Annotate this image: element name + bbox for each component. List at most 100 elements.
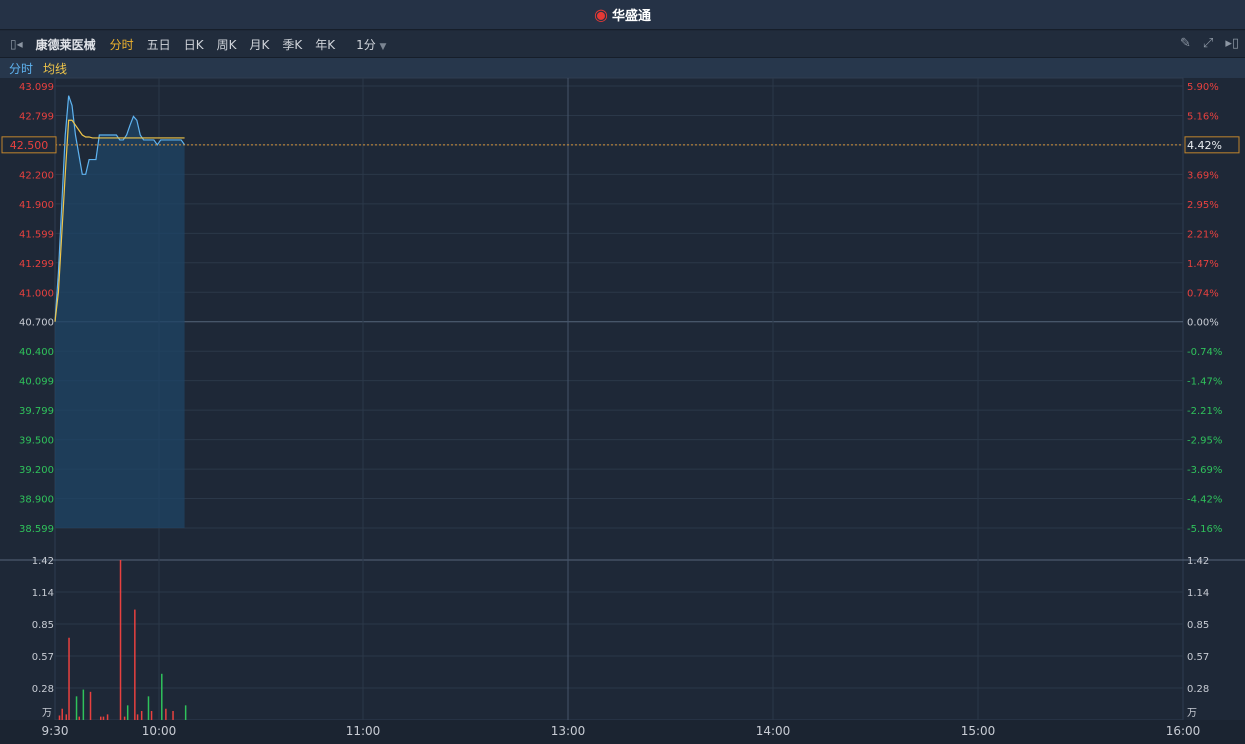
crosshair-pct: 4.42% [1187, 139, 1222, 152]
weibo-eye-icon: ◉ [594, 5, 608, 24]
price-tick: 41.900 [19, 200, 54, 211]
time-tick: 14:00 [756, 724, 791, 738]
pencil-icon[interactable]: ✎ [1180, 36, 1191, 51]
volume-bar [102, 716, 105, 720]
price-tick: 39.500 [19, 436, 54, 447]
chevron-down-icon: ▼ [379, 41, 387, 52]
volume-bar [75, 696, 78, 720]
price-tick: 38.599 [19, 524, 54, 535]
volume-bar [99, 716, 102, 720]
volume-bar [134, 609, 136, 720]
chart-legend: 分时 均线 [0, 58, 1245, 78]
time-tick: 9:30 [42, 724, 69, 738]
volume-bar [140, 710, 143, 720]
pct-tick: -3.69% [1187, 465, 1222, 476]
volume-bar [78, 716, 81, 720]
time-tick: 16:00 [1166, 724, 1201, 738]
volume-tick-left: 0.28 [32, 684, 54, 695]
price-area [55, 95, 185, 528]
volume-unit-left: 万 [42, 708, 52, 719]
volume-bar [106, 714, 109, 720]
volume-bar [165, 708, 167, 720]
volume-bar [150, 710, 153, 720]
fullscreen-icon[interactable]: ⤢ [1203, 36, 1213, 51]
time-tick: 11:00 [346, 724, 381, 738]
pct-tick: 2.21% [1187, 229, 1219, 240]
price-tick: 38.900 [19, 495, 54, 506]
crosshair-pct-box [1184, 136, 1240, 154]
pct-tick: 2.95% [1187, 200, 1219, 211]
interval-value: 1分 [356, 37, 376, 52]
tab-weekly-k[interactable]: 周K [217, 36, 237, 53]
legend-avg: 均线 [43, 61, 68, 76]
tab-daily-k[interactable]: 日K [184, 36, 204, 53]
tab-monthly-k[interactable]: 月K [249, 36, 269, 53]
volume-bar [184, 705, 187, 720]
volume-bar [68, 637, 70, 720]
volume-bar [136, 714, 139, 720]
volume-tick-right: 0.57 [1187, 652, 1209, 663]
intraday-chart[interactable]: 43.099 5.90% 42.799 5.16% 42.200 3.69% 41.900 2… [0, 0, 1245, 744]
plot-frame [54, 77, 1184, 721]
expand-panel-icon[interactable]: ▸▯ [1225, 36, 1239, 51]
pct-tick: -2.21% [1187, 406, 1222, 417]
volume-bar [161, 673, 163, 720]
pct-tick: 0.00% [1187, 318, 1219, 329]
price-tick: 40.099 [19, 377, 54, 388]
volume-tick-left: 1.14 [32, 588, 54, 599]
volume-bar [61, 708, 63, 720]
pct-tick: 5.90% [1187, 82, 1219, 93]
price-tick: 39.200 [19, 465, 54, 476]
volume-tick-right: 1.14 [1187, 588, 1209, 599]
volume-unit-right: 万 [1187, 708, 1197, 719]
price-tick: 40.400 [19, 347, 54, 358]
time-tick: 15:00 [961, 724, 996, 738]
volume-bar [89, 691, 92, 720]
pct-tick: 5.16% [1187, 111, 1219, 122]
volume-bar [82, 689, 85, 720]
interval-select[interactable]: 1分 ▼ [356, 36, 386, 53]
price-tick: 41.000 [19, 288, 54, 299]
price-tick: 41.299 [19, 259, 54, 270]
toolbar: ▯◂ 康德莱医械 分时 五日 日K 周K 月K 季K 年K 1分 ▼ ✎ ⤢ ▸… [0, 31, 1245, 58]
volume-tick-right: 0.85 [1187, 620, 1209, 631]
volume-tick-left: 1.42 [32, 556, 54, 567]
volume-tick-right: 0.28 [1187, 684, 1209, 695]
price-tick: 43.099 [19, 82, 54, 93]
app-brand: 华盛通 [611, 9, 651, 24]
stock-name: 康德莱医械 [35, 37, 96, 52]
volume-tick-left: 0.85 [32, 620, 54, 631]
pct-tick: 0.74% [1187, 288, 1219, 299]
tab-five-day[interactable]: 五日 [147, 36, 171, 53]
volume-bar [123, 716, 126, 720]
crosshair-price: 42.500 [10, 139, 49, 152]
pct-tick: -2.95% [1187, 436, 1222, 447]
volume-bar [172, 710, 174, 720]
legend-price: 分时 [9, 61, 34, 76]
volume-tick-right: 1.42 [1187, 556, 1209, 567]
collapse-sidebar-icon[interactable]: ▯◂ [10, 37, 23, 51]
time-tick: 13:00 [551, 724, 586, 738]
crosshair-price-box [1, 136, 57, 154]
volume-bar [147, 696, 150, 720]
tab-intraday[interactable]: 分时 [110, 36, 134, 53]
price-line [54, 95, 186, 322]
tab-quarterly-k[interactable]: 季K [282, 36, 302, 53]
volume-bar [58, 715, 61, 720]
pct-tick: -4.42% [1187, 495, 1222, 506]
price-tick: 42.200 [19, 170, 54, 181]
volume-bar [65, 714, 68, 720]
price-tick: 42.799 [19, 111, 54, 122]
avg-line [54, 119, 185, 322]
price-tick: 41.599 [19, 229, 54, 240]
pct-tick: -0.74% [1187, 347, 1222, 358]
price-tick: 39.799 [19, 406, 54, 417]
pct-tick: -1.47% [1187, 377, 1222, 388]
tab-yearly-k[interactable]: 年K [315, 36, 335, 53]
pct-tick: 3.69% [1187, 170, 1219, 181]
volume-tick-left: 0.57 [32, 652, 54, 663]
title-bar: ◉ 华盛通 [0, 0, 1245, 30]
time-tick: 10:00 [142, 724, 177, 738]
pct-tick: -5.16% [1187, 524, 1222, 535]
pct-tick: 1.47% [1187, 259, 1219, 270]
